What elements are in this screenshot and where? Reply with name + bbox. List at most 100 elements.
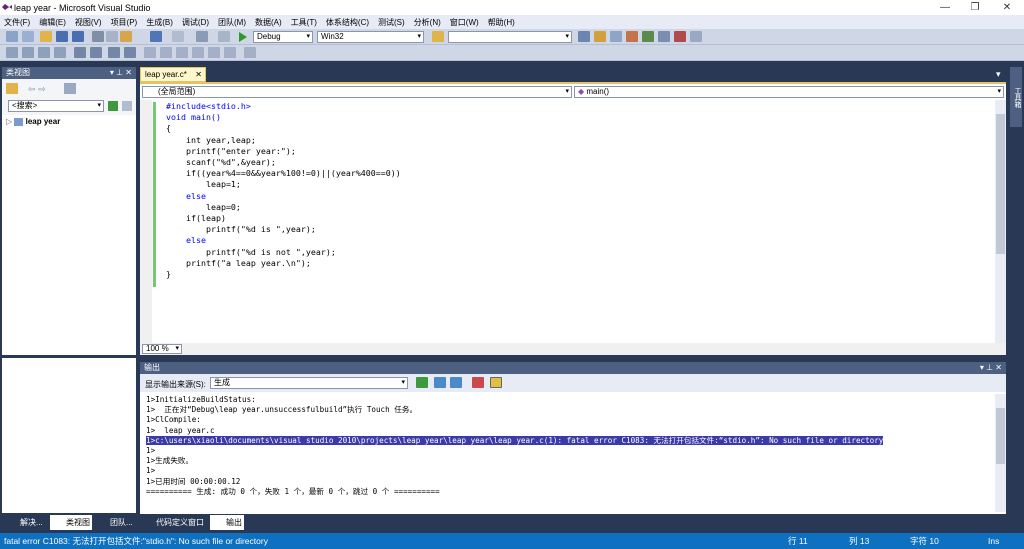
text-editor-toolbar xyxy=(0,45,1024,61)
toolbox-rail-tab[interactable]: 工具箱 xyxy=(1010,67,1022,127)
tree-item-leap-year[interactable]: ▷ leap year xyxy=(6,117,60,126)
member-dropdown[interactable]: ◆ main() ▾ xyxy=(574,86,1004,98)
standard-toolbar: Debug ▾ Win32 ▾ ▾ xyxy=(0,29,1024,45)
output-line-error[interactable]: 1>c:\users\xiaoli\documents\visual studi… xyxy=(146,435,884,445)
menu-edit[interactable]: 编辑(E) xyxy=(39,17,66,28)
open-file-icon[interactable] xyxy=(40,31,52,42)
code-line-10: leap=0; xyxy=(166,201,241,212)
copy-icon[interactable] xyxy=(106,31,118,42)
zoom-select[interactable]: 100 % ▾ xyxy=(142,344,182,354)
class-view-tree: ▷ leap year xyxy=(2,115,136,355)
tab-leap-year-c[interactable]: leap year.c* ✕ xyxy=(140,67,206,82)
paste-icon[interactable] xyxy=(120,31,132,42)
parameter-info-icon[interactable] xyxy=(22,47,34,58)
menu-project[interactable]: 项目(P) xyxy=(111,17,138,28)
menu-analyze[interactable]: 分析(N) xyxy=(414,17,441,28)
go-to-next-message-icon[interactable] xyxy=(434,377,446,388)
start-debugging-icon[interactable] xyxy=(238,32,248,42)
text-editor-options-icon[interactable] xyxy=(244,47,256,58)
previous-bookmark-icon[interactable] xyxy=(160,47,172,58)
menu-architecture[interactable]: 体系结构(C) xyxy=(326,17,369,28)
add-item-icon[interactable] xyxy=(22,31,34,42)
go-to-previous-message-icon[interactable] xyxy=(450,377,462,388)
document-list-icon[interactable]: ▾ xyxy=(996,69,1001,80)
menu-build[interactable]: 生成(B) xyxy=(146,17,173,28)
output-line: ========== 生成: 成功 0 个，失败 1 个，最新 0 个，跳过 0… xyxy=(146,486,440,496)
menu-help[interactable]: 帮助(H) xyxy=(488,17,515,28)
menu-test[interactable]: 测试(S) xyxy=(378,17,405,28)
navigate-forward-icon[interactable] xyxy=(218,31,230,42)
menu-debug[interactable]: 调试(D) xyxy=(182,17,209,28)
solution-explorer-icon[interactable] xyxy=(578,31,590,42)
increase-indent-icon[interactable] xyxy=(90,47,102,58)
menu-team[interactable]: 团队(M) xyxy=(218,17,246,28)
class-view-search-input[interactable]: <搜索> ▾ xyxy=(8,100,104,112)
next-bookmark-in-folder-icon[interactable] xyxy=(208,47,220,58)
tab-code-definition[interactable]: 代码定义窗口 xyxy=(140,515,208,530)
scope-dropdown[interactable]: (全局范围) ▾ xyxy=(142,86,572,98)
solution-platform-select[interactable]: Win32 ▾ xyxy=(317,31,424,43)
close-tab-icon[interactable]: ✕ xyxy=(195,68,202,81)
tab-solution-explorer[interactable]: 解决... xyxy=(4,515,48,530)
navigate-backward-icon[interactable] xyxy=(196,31,208,42)
output-line: 1> xyxy=(146,446,156,456)
code-text[interactable]: #include<stdio.h> void main() { int year… xyxy=(166,101,401,280)
clear-search-icon[interactable] xyxy=(122,101,132,111)
find-combo[interactable]: ▾ xyxy=(448,31,572,43)
object-browser-icon[interactable] xyxy=(610,31,622,42)
vertical-scrollbar[interactable] xyxy=(995,100,1006,343)
panel-options-icon[interactable]: ▾ ⊥ ✕ xyxy=(980,362,1002,374)
cut-icon[interactable] xyxy=(92,31,104,42)
previous-bookmark-in-folder-icon[interactable] xyxy=(192,47,204,58)
complete-word-icon[interactable] xyxy=(54,47,66,58)
menu-tools[interactable]: 工具(T) xyxy=(291,17,317,28)
scrollbar-thumb[interactable] xyxy=(996,408,1005,464)
find-message-in-code-icon[interactable] xyxy=(416,377,428,388)
code-line-12: printf("%d is ",year); xyxy=(166,224,316,235)
tab-team-explorer[interactable]: 团队... xyxy=(94,515,136,530)
solution-configuration-select[interactable]: Debug ▾ xyxy=(253,31,313,43)
clear-bookmarks-icon[interactable] xyxy=(224,47,236,58)
find-in-files-icon[interactable] xyxy=(432,31,444,42)
class-view-settings-icon[interactable] xyxy=(6,83,18,94)
comment-out-icon[interactable] xyxy=(108,47,120,58)
maximize-button[interactable]: ❐ xyxy=(960,0,990,15)
expand-icon: ▷ xyxy=(6,117,13,126)
extension-manager-icon[interactable] xyxy=(658,31,670,42)
menu-window[interactable]: 窗口(W) xyxy=(450,17,479,28)
decrease-indent-icon[interactable] xyxy=(74,47,86,58)
scrollbar-thumb[interactable] xyxy=(996,114,1005,254)
quick-info-icon[interactable] xyxy=(6,47,18,58)
output-source-select[interactable]: 生成 ▾ xyxy=(210,377,408,389)
word-completion-icon[interactable] xyxy=(38,47,50,58)
toggle-word-wrap-icon[interactable] xyxy=(490,377,502,388)
undo-icon[interactable] xyxy=(150,31,162,42)
save-icon[interactable] xyxy=(56,31,68,42)
new-project-icon[interactable] xyxy=(6,31,18,42)
uncomment-icon[interactable] xyxy=(124,47,136,58)
output-scrollbar[interactable] xyxy=(995,394,1006,512)
menu-data[interactable]: 数据(A) xyxy=(255,17,282,28)
toolbar-options-icon[interactable] xyxy=(690,31,702,42)
tab-output[interactable]: 输出 xyxy=(210,515,244,530)
command-window-icon[interactable] xyxy=(674,31,686,42)
title-bar: leap year - Microsoft Visual Studio — ❐ … xyxy=(0,0,1024,15)
toggle-bookmark-icon[interactable] xyxy=(144,47,156,58)
output-text[interactable]: 1>InitializeBuildStatus: 1> 正在对“Debug\le… xyxy=(146,395,884,497)
minimize-button[interactable]: — xyxy=(930,0,960,15)
properties-icon[interactable] xyxy=(594,31,606,42)
close-button[interactable]: ✕ xyxy=(992,0,1022,15)
start-page-icon[interactable] xyxy=(642,31,654,42)
toolbox-icon[interactable] xyxy=(626,31,638,42)
save-all-icon[interactable] xyxy=(72,31,84,42)
clear-all-icon[interactable] xyxy=(472,377,484,388)
redo-icon[interactable] xyxy=(172,31,184,42)
back-arrow-icon[interactable]: ⇦ ⇨ xyxy=(28,84,46,95)
new-folder-icon[interactable] xyxy=(64,83,76,94)
menu-file[interactable]: 文件(F) xyxy=(4,17,30,28)
next-bookmark-icon[interactable] xyxy=(176,47,188,58)
menu-view[interactable]: 视图(V) xyxy=(75,17,102,28)
search-icon[interactable] xyxy=(108,101,118,111)
tab-class-view[interactable]: 类视图 xyxy=(50,515,92,530)
panel-options-icon[interactable]: ▾ ⊥ ✕ xyxy=(110,67,132,79)
